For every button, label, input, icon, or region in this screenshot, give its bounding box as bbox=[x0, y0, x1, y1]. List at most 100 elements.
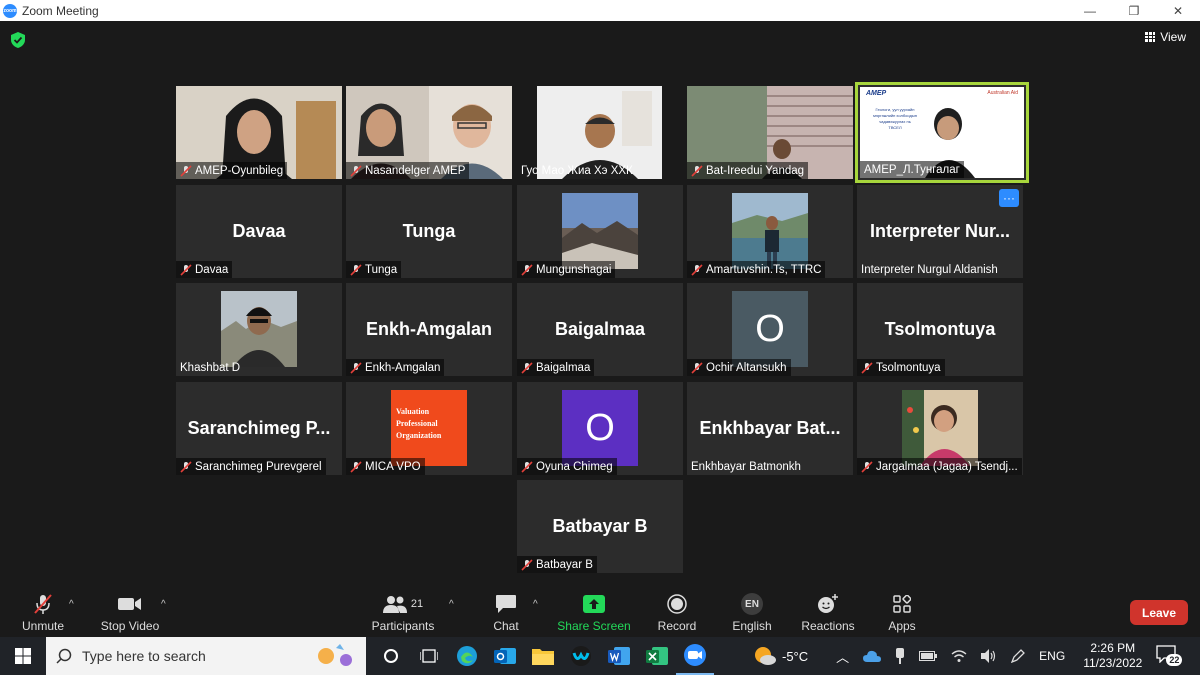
search-icon bbox=[56, 648, 72, 664]
reactions-button[interactable]: Reactions bbox=[800, 587, 856, 637]
profile-picture bbox=[562, 193, 638, 269]
participant-tile[interactable]: Batbayar B Batbayar B bbox=[517, 480, 683, 573]
clock[interactable]: 2:26 PM 11/23/2022 bbox=[1083, 641, 1142, 671]
zoom-app[interactable] bbox=[676, 637, 714, 675]
webex-app[interactable] bbox=[562, 637, 600, 675]
muted-mic-icon bbox=[521, 558, 533, 571]
notification-count-badge: 22 bbox=[1166, 654, 1183, 666]
participant-tile[interactable]: Saranchimeg P... Saranchimeg Purevgerel bbox=[176, 382, 342, 475]
participant-tile[interactable]: Bat-Ireedui Yandag bbox=[687, 86, 853, 179]
outlook-app[interactable] bbox=[486, 637, 524, 675]
windows-logo-icon bbox=[15, 648, 31, 664]
view-label: View bbox=[1160, 30, 1186, 44]
participant-tile[interactable]: Tunga Tunga bbox=[346, 185, 512, 278]
record-button[interactable]: Record bbox=[654, 587, 700, 637]
participant-nameplate: Mungunshagai bbox=[517, 261, 616, 278]
usb-device-icon[interactable] bbox=[895, 648, 905, 664]
active-speaker-tile[interactable]: AMEP Australian Aid Геологи, уул уурхайн… bbox=[855, 82, 1029, 183]
participant-tile[interactable]: Baigalmaa Baigalmaa bbox=[517, 283, 683, 376]
muted-mic-icon bbox=[34, 594, 52, 614]
participant-nameplate: Enkh-Amgalan bbox=[346, 359, 445, 376]
share-screen-button[interactable]: Share Screen bbox=[556, 587, 632, 637]
participant-nameplate: MICA VPO bbox=[346, 458, 425, 475]
participant-display-name: Baigalmaa bbox=[554, 319, 646, 339]
participant-nameplate: Bat-Ireedui Yandag bbox=[687, 162, 809, 179]
edge-app[interactable] bbox=[448, 637, 486, 675]
participant-nameplate: Baigalmaa bbox=[517, 359, 595, 376]
search-placeholder: Type here to search bbox=[82, 648, 206, 664]
chat-options-caret[interactable]: ^ bbox=[533, 599, 538, 610]
participant-tile[interactable]: O Oyuna Chimeg bbox=[517, 382, 683, 475]
muted-mic-icon bbox=[350, 361, 362, 374]
participants-options-caret[interactable]: ^ bbox=[449, 599, 454, 610]
participant-tile[interactable]: ··· Interpreter Nur... Interpreter Nurgu… bbox=[857, 185, 1023, 278]
muted-mic-icon bbox=[350, 460, 362, 473]
input-language[interactable]: ENG bbox=[1039, 649, 1065, 663]
file-explorer-app[interactable] bbox=[524, 637, 562, 675]
participant-tile[interactable]: Khashbat D bbox=[176, 283, 342, 376]
participant-nameplate: Tunga bbox=[346, 261, 402, 278]
organization-logo: Valuation Professional Organization bbox=[391, 390, 467, 466]
participants-button[interactable]: 21 Participants bbox=[368, 587, 438, 637]
participant-tile[interactable]: Jargalmaa (Jagaa) Tsendj... bbox=[857, 382, 1023, 475]
title-bar: zoom Zoom Meeting — ❐ ✕ bbox=[0, 0, 1200, 21]
cortana-icon bbox=[384, 649, 398, 663]
view-button[interactable]: View bbox=[1145, 30, 1186, 44]
tray-overflow-icon[interactable]: ︿ bbox=[836, 647, 849, 666]
participant-tile[interactable]: AMEP-Oyunbileg bbox=[176, 86, 342, 179]
onedrive-icon[interactable] bbox=[863, 650, 882, 662]
participant-tile[interactable]: O Ochir Altansukh bbox=[687, 283, 853, 376]
stop-video-button[interactable]: Stop Video bbox=[98, 587, 162, 637]
video-camera-icon bbox=[118, 598, 141, 610]
profile-picture bbox=[732, 193, 808, 269]
chat-button[interactable]: Chat bbox=[488, 587, 524, 637]
participant-nameplate: Jargalmaa (Jagaa) Tsendj... bbox=[857, 458, 1022, 475]
muted-mic-icon bbox=[691, 361, 703, 374]
participant-tile[interactable]: Valuation Professional Organization MICA… bbox=[346, 382, 512, 475]
muted-mic-icon bbox=[350, 164, 362, 177]
interpretation-button[interactable]: EN English bbox=[728, 587, 776, 637]
participant-nameplate: AMEP-Oyunbileg bbox=[176, 162, 288, 179]
close-button[interactable]: ✕ bbox=[1156, 0, 1200, 21]
muted-mic-icon bbox=[521, 460, 533, 473]
share-screen-icon bbox=[583, 595, 605, 613]
participant-tile[interactable]: Enkhbayar Bat... Enkhbayar Batmonkh bbox=[687, 382, 853, 475]
participant-nameplate: Tsolmontuya bbox=[857, 359, 945, 376]
apps-button[interactable]: Apps bbox=[884, 587, 920, 637]
encryption-shield-icon[interactable] bbox=[11, 32, 25, 48]
battery-icon[interactable] bbox=[919, 651, 938, 661]
participant-nameplate: Amartuvshin.Ts, TTRC bbox=[687, 261, 826, 278]
video-options-caret[interactable]: ^ bbox=[161, 599, 166, 610]
restore-button[interactable]: ❐ bbox=[1112, 0, 1156, 21]
participant-display-name: Enkhbayar Bat... bbox=[699, 418, 841, 438]
participant-nameplate: Davaa bbox=[176, 261, 233, 278]
notification-center-button[interactable]: 22 bbox=[1156, 645, 1183, 667]
participant-nameplate: AMEP_Л.Тунгалаг bbox=[860, 161, 964, 178]
muted-mic-icon bbox=[691, 164, 703, 177]
excel-app[interactable] bbox=[638, 637, 676, 675]
task-view-button[interactable] bbox=[372, 637, 410, 675]
pen-icon[interactable] bbox=[1011, 649, 1026, 663]
more-options-button[interactable]: ··· bbox=[999, 189, 1019, 207]
leave-button[interactable]: Leave bbox=[1130, 600, 1188, 625]
minimize-button[interactable]: — bbox=[1068, 0, 1112, 21]
participant-tile[interactable]: Nasandelger AMEP bbox=[346, 86, 512, 179]
zoom-window: zoom Zoom Meeting — ❐ ✕ View AMEP-Oyunbi… bbox=[0, 0, 1200, 675]
audio-options-caret[interactable]: ^ bbox=[69, 599, 74, 610]
wifi-icon[interactable] bbox=[951, 649, 967, 663]
volume-icon[interactable] bbox=[981, 649, 997, 663]
participant-tile[interactable]: Enkh-Amgalan Enkh-Amgalan bbox=[346, 283, 512, 376]
muted-mic-icon bbox=[861, 361, 873, 374]
participant-tile[interactable]: Davaa Davaa bbox=[176, 185, 342, 278]
smiley-plus-icon bbox=[818, 594, 838, 613]
task-view-icon-button[interactable] bbox=[410, 637, 448, 675]
unmute-button[interactable]: Unmute bbox=[18, 587, 68, 637]
participant-tile[interactable]: Amartuvshin.Ts, TTRC bbox=[687, 185, 853, 278]
weather-widget[interactable]: -5°C bbox=[754, 646, 808, 666]
word-app[interactable] bbox=[600, 637, 638, 675]
participant-tile[interactable]: Tsolmontuya Tsolmontuya bbox=[857, 283, 1023, 376]
participant-tile[interactable]: Mungunshagai bbox=[517, 185, 683, 278]
taskbar-search[interactable]: Type here to search bbox=[46, 637, 366, 675]
start-button[interactable] bbox=[0, 637, 46, 675]
participant-tile[interactable]: Гуо Мао Жиа Хэ ХХК bbox=[517, 86, 683, 179]
